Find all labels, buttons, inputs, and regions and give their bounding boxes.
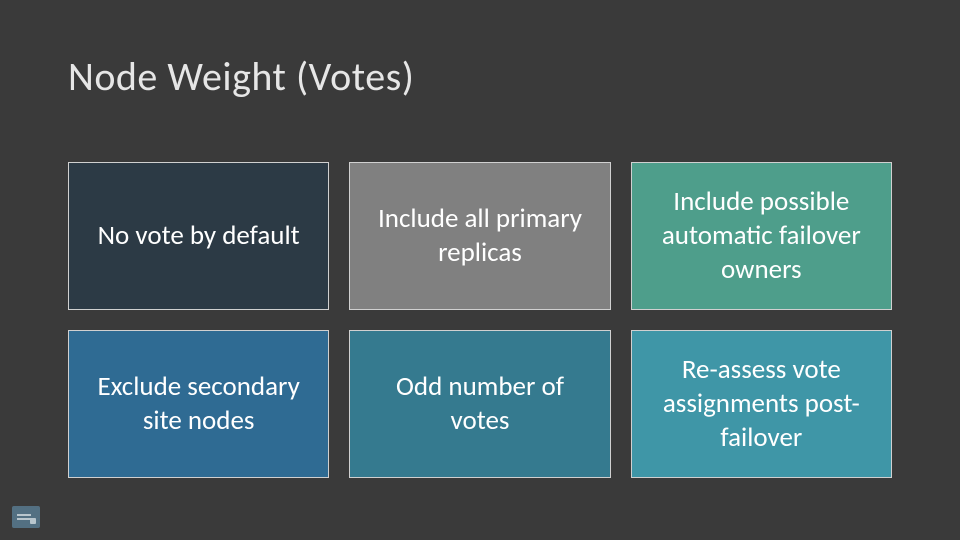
tile-label: Re-assess vote assignments post-failover — [650, 353, 873, 454]
template-logo-icon — [12, 506, 40, 528]
tile-label: Include all primary replicas — [368, 202, 591, 270]
slide-title: Node Weight (Votes) — [68, 52, 414, 101]
tile-reassess-vote-assignments: Re-assess vote assignments post-failover — [631, 330, 892, 478]
tile-exclude-secondary-site-nodes: Exclude secondary site nodes — [68, 330, 329, 478]
tile-label: Exclude secondary site nodes — [87, 370, 310, 438]
tile-no-vote-by-default: No vote by default — [68, 162, 329, 310]
tile-grid: No vote by default Include all primary r… — [68, 162, 892, 478]
tile-label: No vote by default — [98, 219, 300, 253]
tile-odd-number-of-votes: Odd number of votes — [349, 330, 610, 478]
tile-label: Odd number of votes — [368, 370, 591, 438]
tile-label: Include possible automatic failover owne… — [650, 185, 873, 286]
tile-include-possible-automatic-failover-owners: Include possible automatic failover owne… — [631, 162, 892, 310]
tile-include-all-primary-replicas: Include all primary replicas — [349, 162, 610, 310]
